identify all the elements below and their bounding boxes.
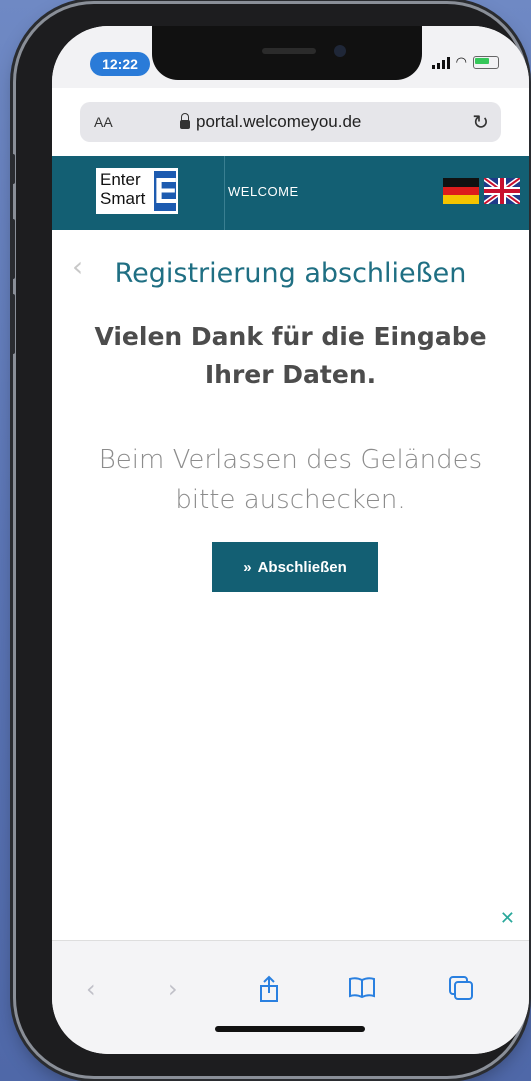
logo-line1: Enter xyxy=(100,170,141,189)
finish-button-label: Abschließen xyxy=(257,558,347,576)
url-text: portal.welcomeyou.de xyxy=(196,112,362,131)
forward-icon[interactable]: › xyxy=(168,975,178,1003)
logo-line2: Smart xyxy=(100,189,146,208)
browser-toolbar: ‹ › xyxy=(52,940,529,1054)
german-flag-icon[interactable] xyxy=(443,178,479,204)
volume-up-button xyxy=(11,219,15,279)
speaker xyxy=(262,48,316,54)
signal-icon xyxy=(431,56,450,69)
finish-button[interactable]: » Abschließen xyxy=(212,542,378,592)
mute-switch xyxy=(11,154,15,184)
notch xyxy=(152,26,422,80)
wifi-icon: ◠ xyxy=(455,55,467,70)
logo-mark: E xyxy=(154,170,179,211)
checkout-note: Beim Verlassen des Geländes bitte ausche… xyxy=(98,445,483,515)
back-icon[interactable]: ‹ xyxy=(86,975,96,1003)
url-display[interactable]: portal.welcomeyou.de xyxy=(180,112,361,132)
status-time[interactable]: 12:22 xyxy=(90,52,150,76)
address-bar[interactable]: AA portal.welcomeyou.de ↻ xyxy=(80,102,501,142)
home-indicator[interactable] xyxy=(215,1026,365,1032)
page-title: Registrierung abschließen xyxy=(114,258,467,289)
status-bar: 12:22 ◠ xyxy=(52,26,529,88)
double-chevron-icon: » xyxy=(243,558,252,576)
uk-flag-icon[interactable] xyxy=(482,175,522,207)
volume-down-button xyxy=(11,294,15,354)
battery-icon xyxy=(473,56,499,69)
expand-icon[interactable]: ✕ xyxy=(500,908,515,929)
status-icons: ◠ xyxy=(431,55,499,70)
share-icon[interactable] xyxy=(258,975,280,1009)
nav-welcome[interactable]: WELCOME xyxy=(228,184,299,199)
reload-icon[interactable]: ↻ xyxy=(472,110,489,134)
tabs-icon[interactable] xyxy=(448,975,474,1007)
front-camera xyxy=(334,45,346,57)
logo-area[interactable]: Enter Smart E xyxy=(66,156,225,230)
text-size-button[interactable]: AA xyxy=(94,114,113,130)
bookmarks-icon[interactable] xyxy=(348,975,376,1005)
thank-you-message: Vielen Dank für die Eingabe Ihrer Daten. xyxy=(94,322,487,389)
site-header: Enter Smart E WELCOME xyxy=(52,156,529,230)
lock-icon xyxy=(180,112,190,129)
phone-screen: 12:22 ◠ AA portal.welcomeyou.de ↻ Enter … xyxy=(52,26,529,1054)
logo: Enter Smart E xyxy=(96,168,178,214)
